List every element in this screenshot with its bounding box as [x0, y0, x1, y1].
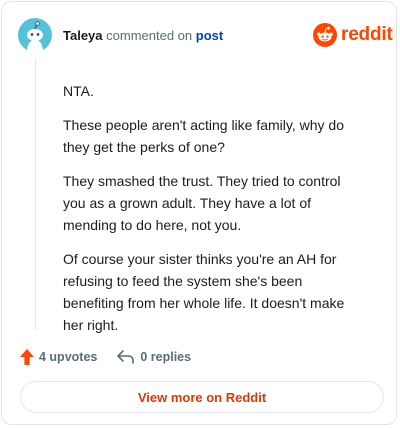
comment-paragraph: These people aren't acting like family, …: [63, 117, 345, 155]
comment-header: Taleya commented on post: [63, 28, 223, 44]
replies-count: 0 replies: [140, 350, 192, 364]
reddit-wordmark: reddit: [341, 24, 393, 45]
replies-stat[interactable]: 0 replies: [117, 350, 191, 364]
upvotes-count: 4 upvotes: [39, 350, 98, 364]
reply-arrow-icon: [117, 350, 135, 364]
comment-stats: 4 upvotes 0 replies: [20, 348, 191, 366]
comment-body: NTA. These people aren't acting like fam…: [63, 80, 363, 348]
upvote-arrow-icon: [20, 349, 34, 365]
action-text: commented on: [106, 28, 193, 43]
comment-paragraph: NTA.: [63, 83, 94, 99]
view-more-button[interactable]: View more on Reddit: [20, 381, 384, 413]
comment-card: Taleya commented on post reddit NTA. The…: [1, 1, 397, 425]
reddit-logo[interactable]: reddit: [313, 22, 393, 48]
upvotes-stat[interactable]: 4 upvotes: [20, 349, 97, 365]
thread-line: [35, 58, 36, 330]
reddit-snoo-logo-icon: [313, 23, 337, 47]
post-link[interactable]: post: [196, 28, 223, 43]
username[interactable]: Taleya: [63, 28, 103, 43]
snoo-avatar-icon: [18, 18, 52, 52]
comment-paragraph: They smashed the trust. They tried to co…: [63, 173, 341, 233]
avatar[interactable]: [18, 18, 52, 52]
comment-paragraph: Of course your sister thinks you're an A…: [63, 251, 345, 333]
